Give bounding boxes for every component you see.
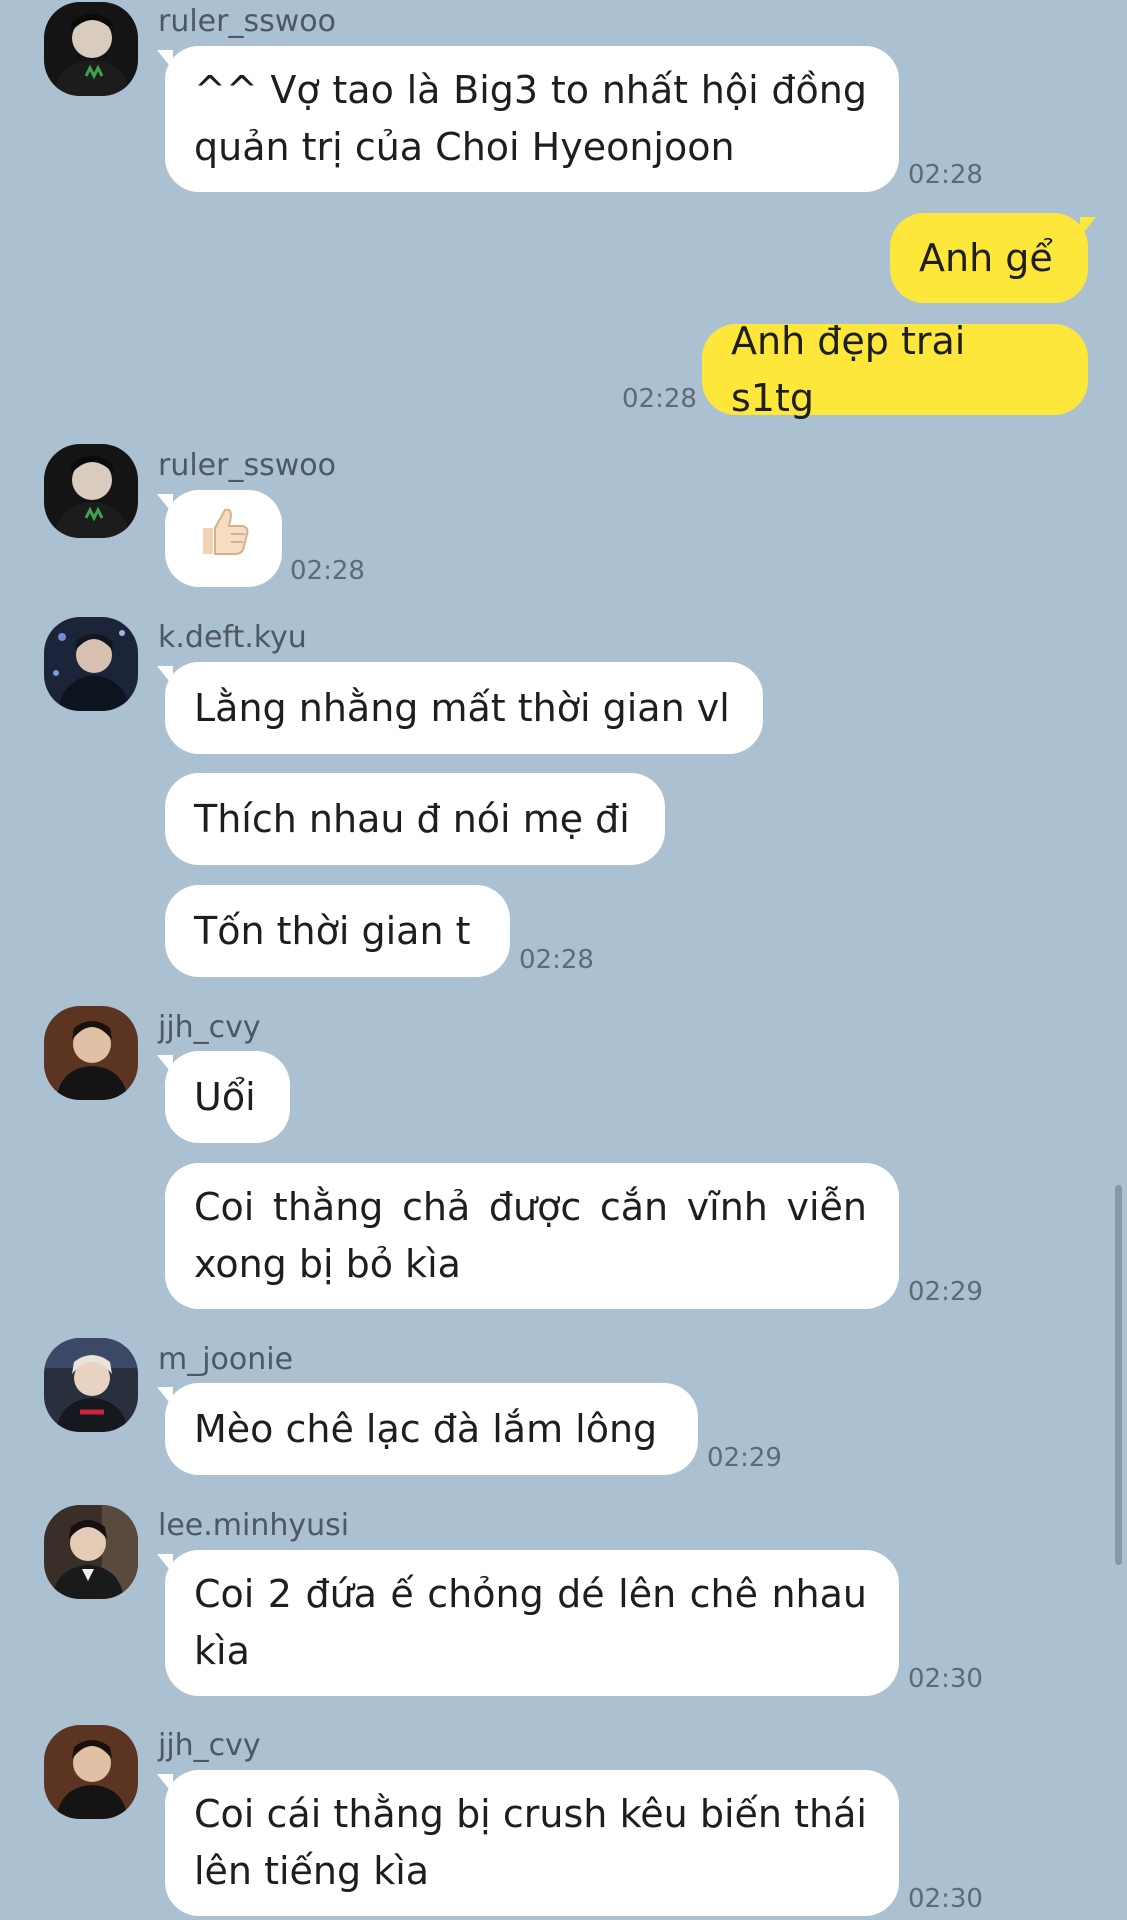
avatar-jjh-cvy-image xyxy=(44,1725,138,1819)
avatar-ruler-sswoo[interactable] xyxy=(44,444,138,538)
my-message-bubble[interactable]: Anh đẹp trai s1tg xyxy=(702,319,1088,420)
avatar-ruler-sswoo-image xyxy=(44,444,138,538)
message-text: Anh gể xyxy=(919,235,1053,280)
scrollbar[interactable] xyxy=(1115,1185,1122,1565)
my-message-bubble[interactable]: Anh gể xyxy=(890,213,1096,303)
message-text: Tốn thời gian t xyxy=(194,908,471,953)
message-bubble[interactable]: Lằng nhằng mất thời gian vl xyxy=(157,662,763,754)
message-text: Coi thằng chả được cắn vĩnh viễn xong bị… xyxy=(194,1185,867,1286)
message-text: Coi cái thằng bị crush kêu biến thái lên… xyxy=(194,1792,867,1893)
message-time: 02:30 xyxy=(908,1664,983,1694)
message-time: 02:28 xyxy=(908,160,983,190)
avatar-k-deft-kyu[interactable] xyxy=(44,617,138,711)
message-time: 02:28 xyxy=(519,945,594,975)
message-bubble[interactable]: Tốn thời gian t xyxy=(165,885,510,977)
avatar-ruler-sswoo-image xyxy=(44,2,138,96)
message-time: 02:29 xyxy=(707,1443,782,1473)
message-bubble[interactable]: Mèo chê lạc đà lắm lông xyxy=(157,1383,698,1475)
message-bubble[interactable]: Coi thằng chả được cắn vĩnh viễn xong bị… xyxy=(165,1163,899,1309)
sender-name: jjh_cvy xyxy=(158,1010,261,1045)
message-text: Uổi xyxy=(194,1074,256,1119)
avatar-lee-minhyusi[interactable] xyxy=(44,1505,138,1599)
sender-name: jjh_cvy xyxy=(158,1728,261,1763)
message-time: 02:28 xyxy=(290,556,365,586)
message-text: Anh đẹp trai s1tg xyxy=(731,318,966,420)
message-text: Coi 2 đứa ế chỏng dé lên chê nhau kìa xyxy=(194,1572,867,1673)
avatar-jjh-cvy-image xyxy=(44,1006,138,1100)
avatar-m-joonie-image xyxy=(44,1338,138,1432)
message-bubble[interactable]: Coi cái thằng bị crush kêu biến thái lên… xyxy=(157,1770,899,1916)
avatar-jjh-cvy[interactable] xyxy=(44,1725,138,1819)
message-bubble[interactable]: Thích nhau đ nói mẹ đi xyxy=(165,773,665,865)
message-time: 02:30 xyxy=(908,1884,983,1914)
thumbs-up-icon xyxy=(197,504,251,574)
message-bubble[interactable]: Coi 2 đứa ế chỏng dé lên chê nhau kìa xyxy=(157,1550,899,1696)
avatar-ruler-sswoo[interactable] xyxy=(44,2,138,96)
message-text: Lằng nhằng mất thời gian vl xyxy=(194,685,730,730)
message-bubble[interactable]: ^^ Vợ tao là Big3 to nhất hội đồng quản … xyxy=(157,46,899,192)
sender-name: ruler_sswoo xyxy=(158,4,336,39)
sender-name: ruler_sswoo xyxy=(158,448,336,483)
message-text: ^^ Vợ tao là Big3 to nhất hội đồng quản … xyxy=(194,68,867,169)
avatar-k-deft-kyu-image xyxy=(44,617,138,711)
sender-name: k.deft.kyu xyxy=(158,620,307,655)
message-bubble[interactable]: Uổi xyxy=(157,1051,290,1143)
avatar-m-joonie[interactable] xyxy=(44,1338,138,1432)
message-time: 02:28 xyxy=(622,384,697,414)
sender-name: lee.minhyusi xyxy=(158,1508,350,1543)
chat-area[interactable]: ruler_sswoo ^^ Vợ tao là Big3 to nhất hộ… xyxy=(0,0,1127,1920)
message-bubble[interactable] xyxy=(157,490,282,587)
avatar-lee-minhyusi-image xyxy=(44,1505,138,1599)
message-text: Mèo chê lạc đà lắm lông xyxy=(194,1406,658,1451)
sender-name: m_joonie xyxy=(158,1342,294,1377)
avatar-jjh-cvy[interactable] xyxy=(44,1006,138,1100)
message-time: 02:29 xyxy=(908,1277,983,1307)
message-text: Thích nhau đ nói mẹ đi xyxy=(194,796,630,841)
